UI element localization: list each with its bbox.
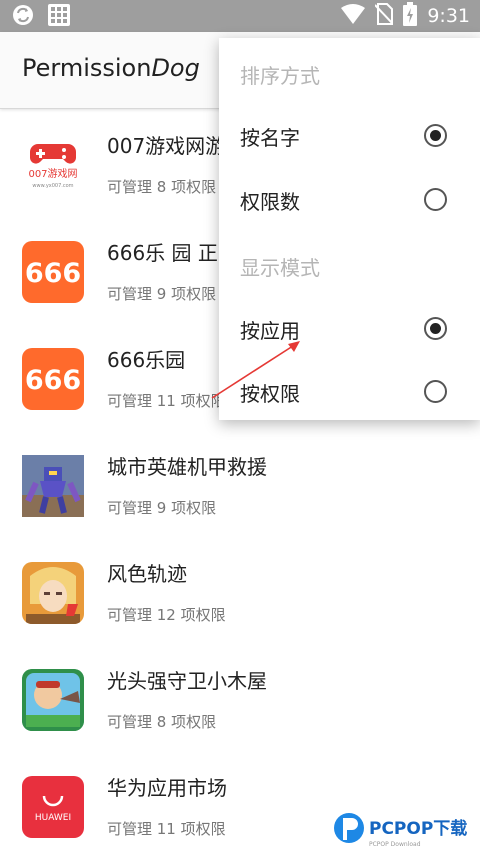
annotation-arrow-icon (211, 341, 300, 399)
watermark: PCPOP下载 PCPOP Download (333, 808, 473, 856)
watermark-subtext: PCPOP Download (369, 841, 421, 848)
watermark-text: PCPOP下载 (369, 818, 467, 839)
